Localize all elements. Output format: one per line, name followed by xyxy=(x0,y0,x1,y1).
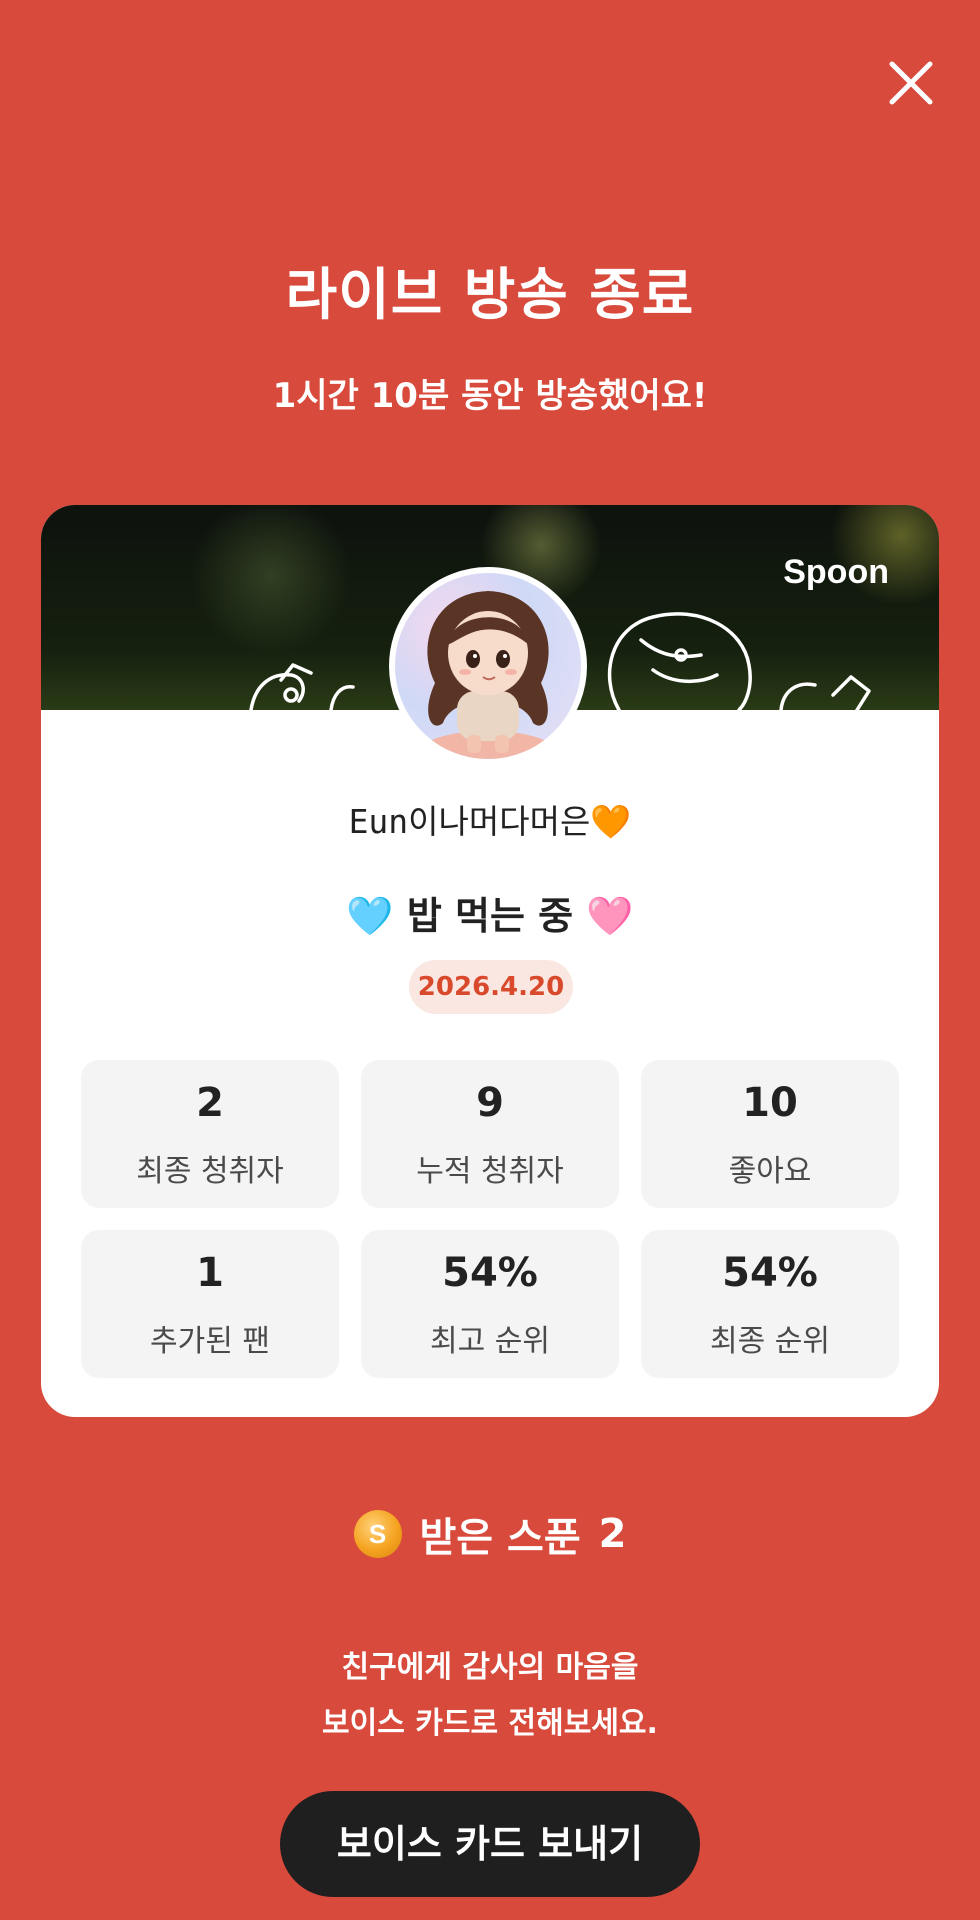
close-button[interactable] xyxy=(880,52,942,114)
broadcast-date: 2026.4.20 xyxy=(409,960,573,1014)
stat-final-rank: 54% 최종 순위 xyxy=(641,1230,899,1378)
thanks-message: 친구에게 감사의 마음을 보이스 카드로 전해보세요. xyxy=(0,1640,980,1752)
stat-added-fans: 1 추가된 팬 xyxy=(81,1230,339,1378)
stat-best-rank: 54% 최고 순위 xyxy=(361,1230,619,1378)
live-title: 🩵 밥 먹는 중 🩷 xyxy=(346,894,634,938)
close-icon xyxy=(889,61,933,105)
received-spoons: S 받은 스푼 2 xyxy=(0,1505,980,1563)
send-voice-card-button[interactable]: 보이스 카드 보내기 xyxy=(280,1791,700,1897)
spoon-coin-icon: S xyxy=(353,1510,402,1558)
stats-grid: 2 최종 청취자 9 누적 청취자 10 좋아요 1 추가된 팬 54% 최고 … xyxy=(81,1060,899,1378)
stat-label: 최종 청취자 xyxy=(136,1154,284,1189)
stat-value: 54% xyxy=(442,1250,538,1296)
stat-likes: 10 좋아요 xyxy=(641,1060,899,1208)
streamer-nickname: Eun이나머다머은🧡 xyxy=(348,802,632,841)
thanks-message-line-2: 보이스 카드로 전해보세요. xyxy=(322,1706,658,1741)
avatar[interactable] xyxy=(389,567,587,765)
stat-label: 최종 순위 xyxy=(710,1324,830,1359)
received-spoons-count: 2 xyxy=(598,1511,627,1557)
stat-value: 2 xyxy=(196,1080,224,1126)
page-title: 라이브 방송 종료 xyxy=(285,263,695,328)
received-spoons-label: 받은 스푼 xyxy=(419,1515,581,1561)
stat-value: 10 xyxy=(742,1080,798,1126)
stat-label: 추가된 팬 xyxy=(150,1324,270,1359)
stat-cumulative-listeners: 9 누적 청취자 xyxy=(361,1060,619,1208)
broadcast-summary-card: Spoon Eun이나머다머은🧡 🩵 밥 먹는 중 🩷 2026.4.20 2 … xyxy=(41,505,939,1417)
stat-label: 최고 순위 xyxy=(430,1324,550,1359)
stat-value: 54% xyxy=(722,1250,818,1296)
thanks-message-line-1: 친구에게 감사의 마음을 xyxy=(341,1650,639,1685)
spoon-logo: Spoon xyxy=(783,553,889,591)
stat-label: 누적 청취자 xyxy=(416,1154,564,1189)
stat-label: 좋아요 xyxy=(728,1154,812,1189)
stat-final-listeners: 2 최종 청취자 xyxy=(81,1060,339,1208)
doll-avatar-image xyxy=(418,591,558,759)
stat-value: 9 xyxy=(476,1080,504,1126)
stat-value: 1 xyxy=(196,1250,224,1296)
broadcast-duration: 1시간 10분 동안 방송했어요! xyxy=(272,376,708,416)
